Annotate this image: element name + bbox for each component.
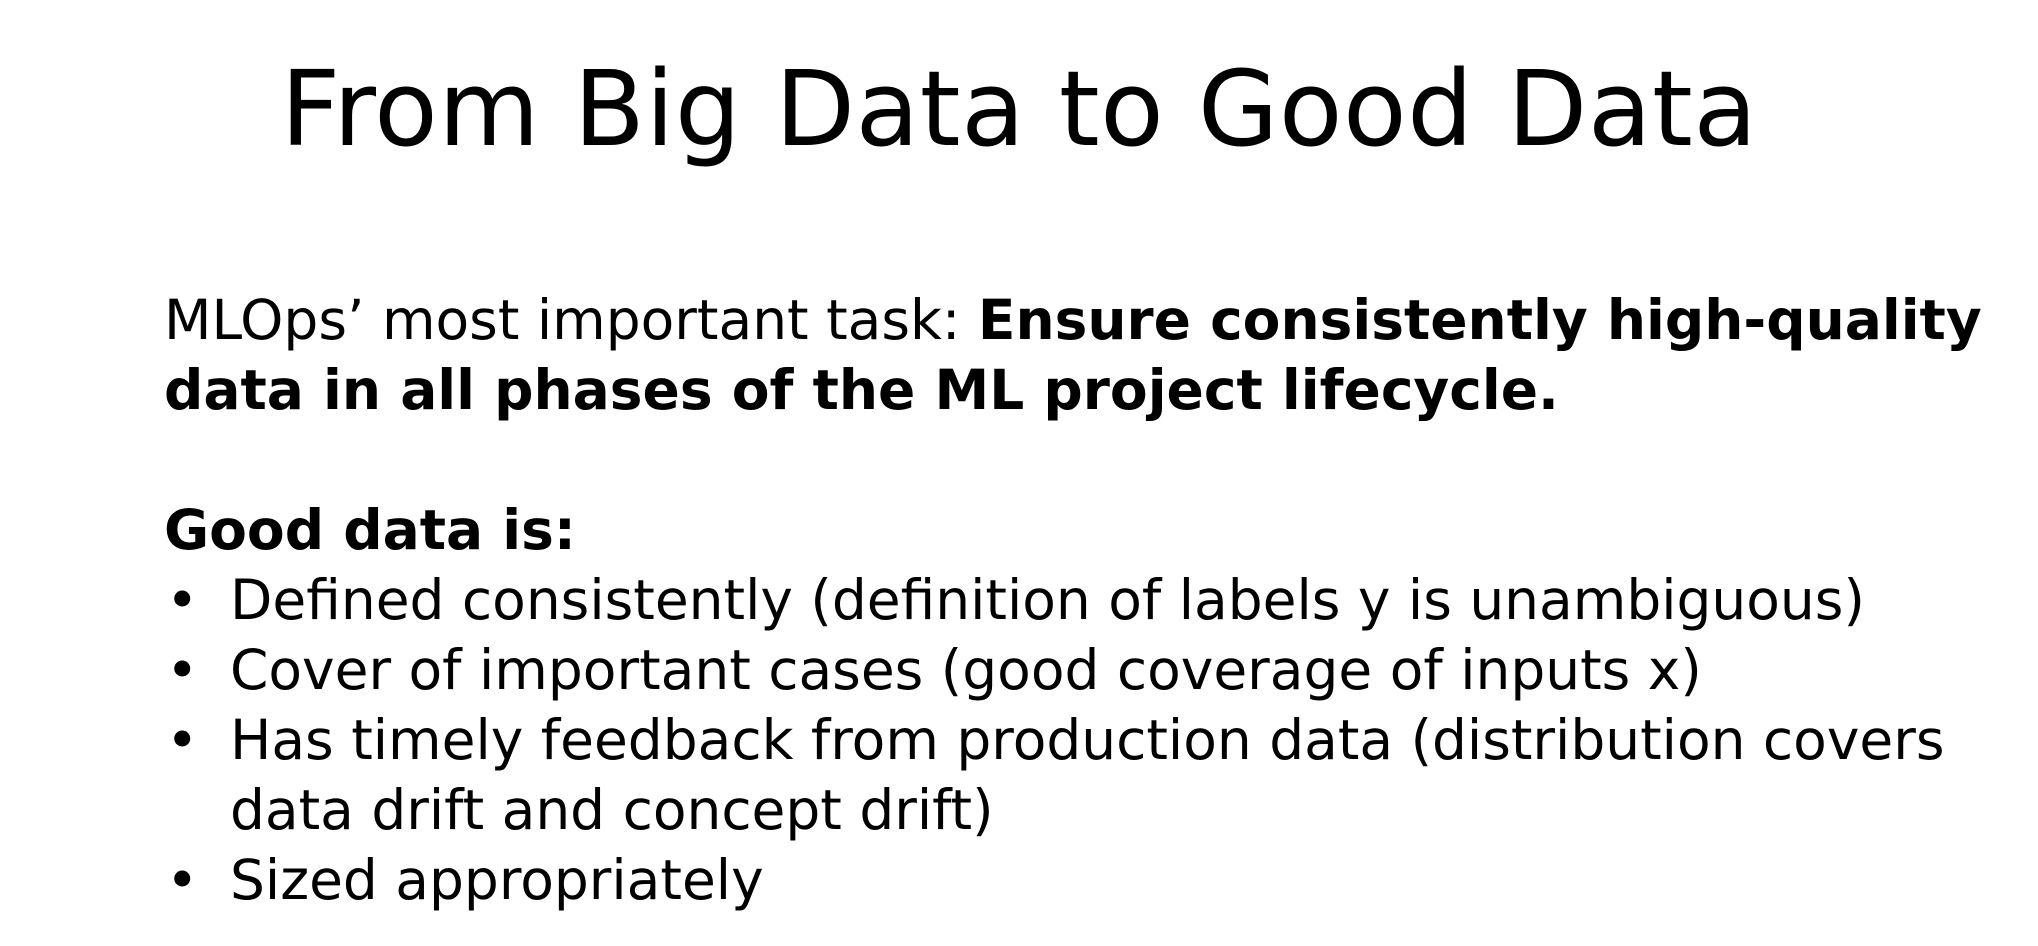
bullet-icon: • bbox=[166, 848, 199, 912]
intro-paragraph: MLOps’ most important task: Ensure consi… bbox=[164, 285, 1984, 425]
list-item: • Cover of important cases (good coverag… bbox=[164, 635, 1984, 705]
list-item: • Has timely feedback from production da… bbox=[164, 705, 1984, 845]
bullet-icon: • bbox=[166, 568, 199, 632]
list-item: • Defined consistently (definition of la… bbox=[164, 565, 1984, 635]
good-data-heading: Good data is: bbox=[164, 498, 576, 562]
slide-body: MLOps’ most important task: Ensure consi… bbox=[164, 285, 1984, 915]
bullet-icon: • bbox=[166, 708, 199, 772]
list-item: • Sized appropriately bbox=[164, 845, 1984, 915]
list-item-text: Cover of important cases (good coverage … bbox=[230, 638, 1702, 702]
intro-lead: MLOps’ most important task: bbox=[164, 288, 978, 352]
list-item-text: Sized appropriately bbox=[230, 848, 764, 912]
list-item-text: Defined consistently (definition of labe… bbox=[230, 568, 1865, 632]
slide-title: From Big Data to Good Data bbox=[280, 48, 1758, 170]
good-data-list: • Defined consistently (definition of la… bbox=[164, 565, 1984, 915]
slide: From Big Data to Good Data MLOps’ most i… bbox=[0, 0, 2038, 946]
bullet-icon: • bbox=[166, 638, 199, 702]
list-item-text: Has timely feedback from production data… bbox=[230, 708, 1945, 842]
